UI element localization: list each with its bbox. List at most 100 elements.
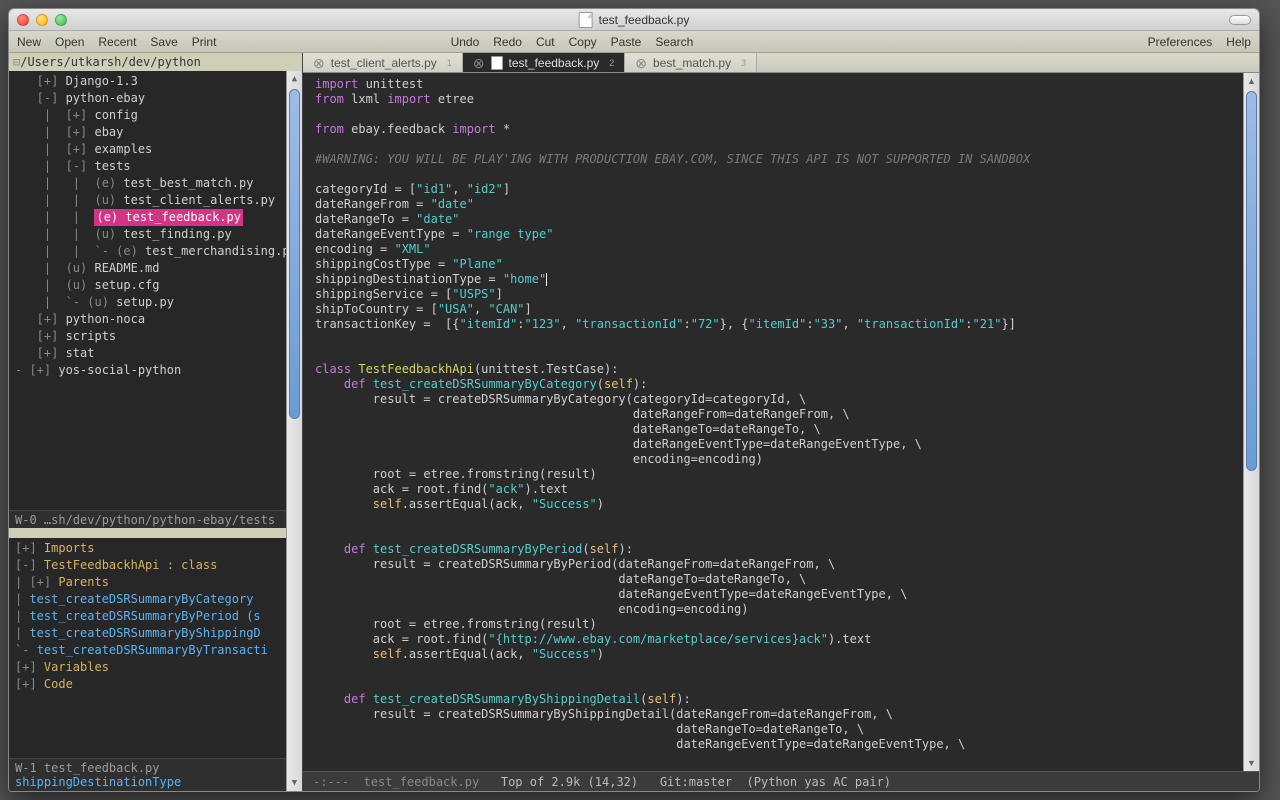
code-line[interactable]: encoding=encoding) [315, 602, 1251, 617]
menu-item-print[interactable]: Print [192, 35, 217, 49]
menu-item-open[interactable]: Open [55, 35, 84, 49]
code-line[interactable]: #WARNING: YOU WILL BE PLAY'ING WITH PROD… [315, 152, 1251, 167]
code-line[interactable]: dateRangeTo=dateRangeTo, \ [315, 422, 1251, 437]
code-line[interactable]: import unittest [315, 77, 1251, 92]
outline-item[interactable]: [+] Variables [9, 659, 302, 676]
code-line[interactable] [315, 662, 1251, 677]
tree-item[interactable]: | [-] tests [9, 158, 302, 175]
code-line[interactable] [315, 347, 1251, 362]
tree-item[interactable]: | (u) setup.cfg [9, 277, 302, 294]
code-line[interactable]: categoryId = ["id1", "id2"] [315, 182, 1251, 197]
code-area[interactable]: import unittestfrom lxml import etree fr… [303, 73, 1259, 771]
tab-test_client_alerts-py[interactable]: ⊗test_client_alerts.py1 [303, 53, 463, 72]
code-line[interactable]: root = etree.fromstring(result) [315, 617, 1251, 632]
code-line[interactable] [315, 107, 1251, 122]
menu-item-copy[interactable]: Copy [569, 35, 597, 49]
toolbar-pill-button[interactable] [1229, 15, 1251, 25]
close-tab-icon[interactable]: ⊗ [313, 56, 325, 70]
tree-item[interactable]: [-] python-ebay [9, 90, 302, 107]
tree-item[interactable]: [+] Django-1.3 [9, 73, 302, 90]
tree-item[interactable]: | [+] config [9, 107, 302, 124]
menu-item-paste[interactable]: Paste [611, 35, 642, 49]
sidebar-divider[interactable] [9, 528, 302, 538]
tree-item[interactable]: | `- (u) setup.py [9, 294, 302, 311]
code-line[interactable]: shipToCountry = ["USA", "CAN"] [315, 302, 1251, 317]
file-tree[interactable]: [+] Django-1.3 [-] python-ebay | [+] con… [9, 71, 302, 510]
code-line[interactable]: result = createDSRSummaryByCategory(cate… [315, 392, 1251, 407]
outline-tree[interactable]: [+] Imports[-] TestFeedbackhApi : class|… [9, 538, 302, 758]
code-line[interactable]: result = createDSRSummaryByPeriod(dateRa… [315, 557, 1251, 572]
code-line[interactable]: from lxml import etree [315, 92, 1251, 107]
code-line[interactable]: shippingDestinationType = "home" [315, 272, 1251, 287]
code-line[interactable] [315, 332, 1251, 347]
menu-item-new[interactable]: New [17, 35, 41, 49]
code-line[interactable] [315, 137, 1251, 152]
code-line[interactable]: from ebay.feedback import * [315, 122, 1251, 137]
tree-item[interactable]: | (u) README.md [9, 260, 302, 277]
tree-item[interactable]: [+] stat [9, 345, 302, 362]
tab-test_feedback-py[interactable]: ⊗test_feedback.py2 [463, 53, 625, 72]
menu-item-help[interactable]: Help [1226, 35, 1251, 49]
tree-item[interactable]: | [+] examples [9, 141, 302, 158]
menu-item-search[interactable]: Search [655, 35, 693, 49]
code-line[interactable]: def test_createDSRSummaryByCategory(self… [315, 377, 1251, 392]
outline-item[interactable]: [+] Imports [9, 540, 302, 557]
outline-item[interactable]: | [+] Parents [9, 574, 302, 591]
tree-item[interactable]: - [+] yos-social-python [9, 362, 302, 379]
outline-item[interactable]: [+] Code [9, 676, 302, 693]
code-line[interactable]: dateRangeFrom=dateRangeFrom, \ [315, 407, 1251, 422]
code-line[interactable]: self.assertEqual(ack, "Success") [315, 497, 1251, 512]
outline-item[interactable]: [-] TestFeedbackhApi : class [9, 557, 302, 574]
scroll-down-icon[interactable]: ▼ [287, 775, 302, 791]
tree-item[interactable]: | | (u) test_finding.py [9, 226, 302, 243]
outline-item[interactable]: | test_createDSRSummaryByShippingD [9, 625, 302, 642]
code-line[interactable]: transactionKey = [{"itemId":"123", "tran… [315, 317, 1251, 332]
tree-item[interactable]: [+] python-noca [9, 311, 302, 328]
code-line[interactable]: class TestFeedbackhApi(unittest.TestCase… [315, 362, 1251, 377]
code-line[interactable]: ack = root.find("ack").text [315, 482, 1251, 497]
code-line[interactable]: encoding = "XML" [315, 242, 1251, 257]
code-line[interactable] [315, 527, 1251, 542]
tab-best_match-py[interactable]: ⊗best_match.py3 [625, 53, 757, 72]
sidebar-scrollbar[interactable]: ▲ ▼ [286, 71, 302, 791]
code-line[interactable]: result = createDSRSummaryByShippingDetai… [315, 707, 1251, 722]
tree-item[interactable]: [+] scripts [9, 328, 302, 345]
code-line[interactable]: shippingCostType = "Plane" [315, 257, 1251, 272]
close-tab-icon[interactable]: ⊗ [635, 56, 647, 70]
code-line[interactable]: root = etree.fromstring(result) [315, 467, 1251, 482]
scroll-thumb[interactable] [289, 89, 300, 419]
code-line[interactable]: dateRangeFrom = "date" [315, 197, 1251, 212]
menu-item-redo[interactable]: Redo [493, 35, 522, 49]
outline-item[interactable]: `- test_createDSRSummaryByTransacti [9, 642, 302, 659]
code-line[interactable]: dateRangeEventType=dateRangeEventType, \ [315, 587, 1251, 602]
code-line[interactable]: self.assertEqual(ack, "Success") [315, 647, 1251, 662]
menu-item-recent[interactable]: Recent [98, 35, 136, 49]
tree-item[interactable]: | | (e) test_best_match.py [9, 175, 302, 192]
minimize-button[interactable] [36, 14, 48, 26]
outline-item[interactable]: | test_createDSRSummaryByPeriod (s [9, 608, 302, 625]
menu-item-undo[interactable]: Undo [451, 35, 480, 49]
code-line[interactable] [315, 167, 1251, 182]
code-line[interactable]: encoding=encoding) [315, 452, 1251, 467]
scroll-down-icon[interactable]: ▼ [1244, 755, 1259, 771]
code-line[interactable]: dateRangeEventType = "range type" [315, 227, 1251, 242]
code-line[interactable]: dateRangeEventType=dateRangeEventType, \ [315, 437, 1251, 452]
zoom-button[interactable] [55, 14, 67, 26]
code-line[interactable] [315, 512, 1251, 527]
code-line[interactable]: def test_createDSRSummaryByShippingDetai… [315, 692, 1251, 707]
scroll-thumb[interactable] [1246, 91, 1257, 471]
menu-item-save[interactable]: Save [150, 35, 177, 49]
editor-scrollbar[interactable]: ▲ ▼ [1243, 73, 1259, 771]
code-line[interactable]: dateRangeTo = "date" [315, 212, 1251, 227]
code-line[interactable]: dateRangeEventType=dateRangeEventType, \ [315, 737, 1251, 752]
tree-item[interactable]: | | (e) test_feedback.py [9, 209, 302, 226]
tree-item[interactable]: | | (u) test_client_alerts.py [9, 192, 302, 209]
code-line[interactable] [315, 677, 1251, 692]
menu-item-preferences[interactable]: Preferences [1148, 35, 1213, 49]
scroll-up-icon[interactable]: ▲ [1244, 73, 1259, 89]
close-button[interactable] [17, 14, 29, 26]
close-tab-icon[interactable]: ⊗ [473, 56, 485, 70]
code-line[interactable]: dateRangeTo=dateRangeTo, \ [315, 722, 1251, 737]
menu-item-cut[interactable]: Cut [536, 35, 555, 49]
tree-item[interactable]: | [+] ebay [9, 124, 302, 141]
